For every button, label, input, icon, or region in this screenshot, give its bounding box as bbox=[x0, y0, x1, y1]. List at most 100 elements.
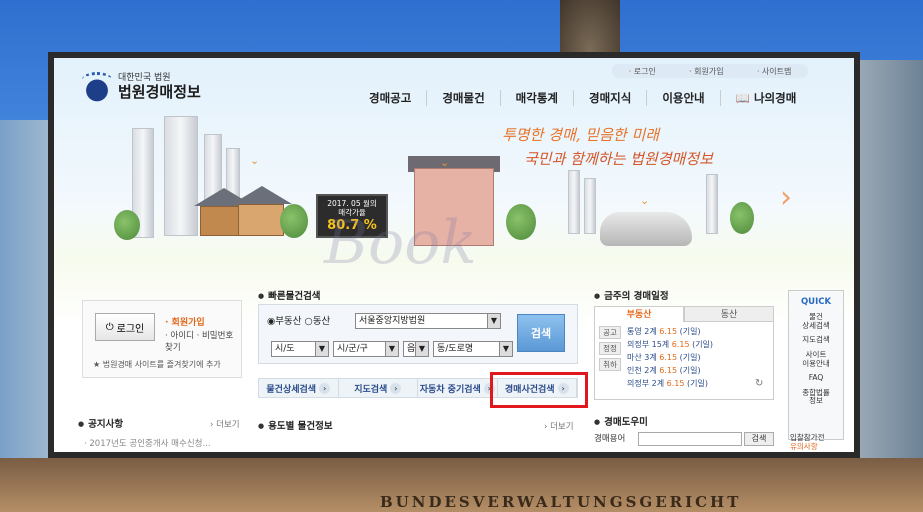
eup-select[interactable]: 읍 ▼ bbox=[403, 341, 429, 357]
util-sitemap-link[interactable]: · 사이트맵 bbox=[757, 66, 792, 77]
add-favorite-label: 법원경매 사이트를 즐겨찾기에 추가 bbox=[102, 360, 221, 369]
quick-search-button[interactable]: 검색 bbox=[517, 314, 565, 352]
schedule-place: 통영 2계 bbox=[627, 327, 657, 336]
browser-page: 2017. 05 월의 매각가율 80.7 % 투명한 경매, 믿음한 미래 국… bbox=[54, 58, 854, 452]
case-search-highlight bbox=[490, 372, 588, 408]
chevron-down-icon: ▼ bbox=[487, 314, 500, 328]
apartment-tower bbox=[568, 170, 580, 234]
court-select[interactable]: 서울중앙지방법원 ▼ bbox=[355, 313, 501, 329]
tab-movables[interactable]: 동산 bbox=[684, 306, 774, 322]
right-building bbox=[858, 60, 923, 460]
login-box: ⏻ 로그인 · 회원가입 · 아이디 · 비밀번호찾기 ★ 법원경매 사이트를 … bbox=[82, 300, 242, 378]
billboard-line2: 매각가율 bbox=[338, 208, 366, 218]
login-button-label: 로그인 bbox=[116, 323, 145, 335]
term-search-button[interactable]: 검색 bbox=[744, 432, 774, 446]
sido-select-value: 시/도 bbox=[275, 344, 295, 354]
chevron-down-icon: ⌄ bbox=[440, 156, 450, 169]
quick-site-guide[interactable]: 사이트 이용안내 bbox=[789, 350, 843, 368]
schedule-row[interactable]: 의정부 2계 6.15 (기일) bbox=[627, 378, 708, 389]
usage-title: 용도별 물건정보 bbox=[258, 418, 333, 432]
car bbox=[600, 212, 692, 246]
schedule-note: (기일) bbox=[692, 340, 714, 349]
quick-detail-search[interactable]: 물건 상세검색 bbox=[789, 312, 843, 330]
chevron-down-icon: ▼ bbox=[415, 342, 428, 356]
nav-auction-knowledge[interactable]: 경매지식 bbox=[572, 90, 646, 106]
tab-map-search-label: 지도검색 bbox=[354, 384, 388, 395]
facade-caption: BUNDESVERWALTUNGSGERICHT bbox=[380, 493, 742, 511]
tab-detail-search[interactable]: 물건상세검색 › bbox=[259, 379, 339, 397]
term-search-input[interactable] bbox=[638, 432, 742, 446]
util-join-link[interactable]: · 회원가입 bbox=[689, 66, 724, 77]
refresh-icon[interactable]: ↻ bbox=[755, 378, 763, 389]
dong-select-value: 동/도로명 bbox=[437, 344, 474, 354]
find-id-pw-link[interactable]: · 아이디 · 비밀번호찾기 bbox=[165, 329, 241, 353]
schedule-filter-notice[interactable]: 공고 bbox=[599, 326, 621, 339]
apartment-tower bbox=[164, 116, 198, 236]
quick-map-search[interactable]: 지도검색 bbox=[789, 336, 843, 345]
schedule-row[interactable]: 인천 2계 6.15 (기일) bbox=[627, 365, 701, 376]
schedule-place: 인천 2계 bbox=[627, 366, 657, 375]
tree bbox=[506, 204, 536, 240]
nav-auction-notice[interactable]: 경매공고 bbox=[354, 90, 426, 106]
schedule-date: 6.15 bbox=[659, 353, 678, 362]
tab-vehicle-search[interactable]: 자동차 중기검색 › bbox=[418, 379, 498, 397]
property-type-radio[interactable]: ◉부동산 ○동산 bbox=[267, 313, 330, 327]
quick-legal-info[interactable]: 종합법률 정보 bbox=[789, 388, 843, 406]
main-nav: 경매공고 경매물건 매각통계 경매지식 이용안내 📖 나의경매 bbox=[354, 90, 811, 106]
util-login-link[interactable]: · 로그인 bbox=[629, 66, 656, 77]
helper-label: 경매용어 bbox=[594, 434, 626, 444]
site-logo[interactable]: 대한민국 법원 법원경매정보 bbox=[80, 70, 201, 104]
court-emblem-icon bbox=[80, 70, 114, 104]
dong-select[interactable]: 동/도로명 ▼ bbox=[433, 341, 513, 357]
schedule-note: (기일) bbox=[679, 353, 701, 362]
quick-faq[interactable]: FAQ bbox=[789, 373, 843, 383]
tab-vehicle-search-label: 자동차 중기검색 bbox=[419, 384, 481, 395]
chevron-down-icon: ⌄ bbox=[640, 194, 650, 207]
schedule-filter-correction[interactable]: 정정 bbox=[599, 342, 621, 355]
tab-map-search[interactable]: 지도검색 › bbox=[339, 379, 418, 397]
chevron-down-icon: ▼ bbox=[315, 342, 328, 356]
nav-sale-stats[interactable]: 매각통계 bbox=[499, 90, 573, 106]
login-button[interactable]: ⏻ 로그인 bbox=[95, 313, 155, 341]
helper-box: 경매용어 검색 bbox=[594, 432, 776, 452]
bid-notice-line1: 입찰참가전 bbox=[790, 433, 825, 442]
sido-select[interactable]: 시/도 ▼ bbox=[271, 341, 329, 357]
nav-my-auction[interactable]: 📖 나의경매 bbox=[719, 90, 812, 106]
hero-slogan-2: 국민과 함께하는 법원경매정보 bbox=[524, 150, 713, 168]
tab-real-estate[interactable]: 부동산 bbox=[594, 306, 684, 322]
sigungu-select-value: 시/군/구 bbox=[337, 344, 368, 354]
nav-user-guide[interactable]: 이용안내 bbox=[646, 90, 719, 106]
tab-detail-search-label: 물건상세검색 bbox=[266, 384, 317, 395]
chevron-down-icon: ⌄ bbox=[250, 154, 260, 167]
tree bbox=[280, 204, 308, 238]
shop-building bbox=[414, 168, 494, 246]
schedule-title: 금주의 경매일정 bbox=[594, 288, 669, 302]
nav-auction-items[interactable]: 경매물건 bbox=[426, 90, 499, 106]
notice-item[interactable]: · 2017년도 공인중개사 매수신청... bbox=[84, 437, 211, 449]
apartment-tower bbox=[706, 174, 718, 234]
next-slide-icon[interactable]: › bbox=[780, 180, 792, 215]
notice-title: 공지사항 bbox=[78, 416, 123, 430]
add-favorite-link[interactable]: ★ 법원경매 사이트를 즐겨찾기에 추가 bbox=[93, 359, 221, 370]
schedule-place: 마산 3계 bbox=[627, 353, 657, 362]
house-roof bbox=[232, 186, 292, 204]
quick-menu: QUICK 물건 상세검색 지도검색 사이트 이용안내 FAQ 종합법률 정보 bbox=[788, 290, 844, 440]
schedule-note: (기일) bbox=[686, 379, 708, 388]
billboard-line1: 2017. 05 월의 bbox=[327, 199, 377, 208]
apartment-tower bbox=[584, 178, 596, 234]
notice-more-link[interactable]: › 더보기 bbox=[210, 418, 240, 430]
schedule-filter-withdraw[interactable]: 취하 bbox=[599, 358, 621, 371]
usage-more-link[interactable]: › 더보기 bbox=[544, 420, 574, 432]
schedule-row[interactable]: 의정부 15계 6.15 (기일) bbox=[627, 339, 713, 350]
star-icon: ★ bbox=[93, 360, 101, 369]
schedule-note: (기일) bbox=[679, 327, 701, 336]
quick-menu-title: QUICK bbox=[800, 297, 832, 307]
sigungu-select[interactable]: 시/군/구 ▼ bbox=[333, 341, 399, 357]
logo-title: 법원경매정보 bbox=[118, 82, 201, 101]
schedule-row[interactable]: 마산 3계 6.15 (기일) bbox=[627, 352, 701, 363]
join-link[interactable]: · 회원가입 bbox=[165, 315, 205, 328]
schedule-date: 6.15 bbox=[666, 379, 685, 388]
schedule-row[interactable]: 통영 2계 6.15 (기일) bbox=[627, 326, 701, 337]
left-building bbox=[0, 120, 50, 460]
bid-notice-link[interactable]: 입찰참가전 유의사항 bbox=[790, 433, 825, 451]
